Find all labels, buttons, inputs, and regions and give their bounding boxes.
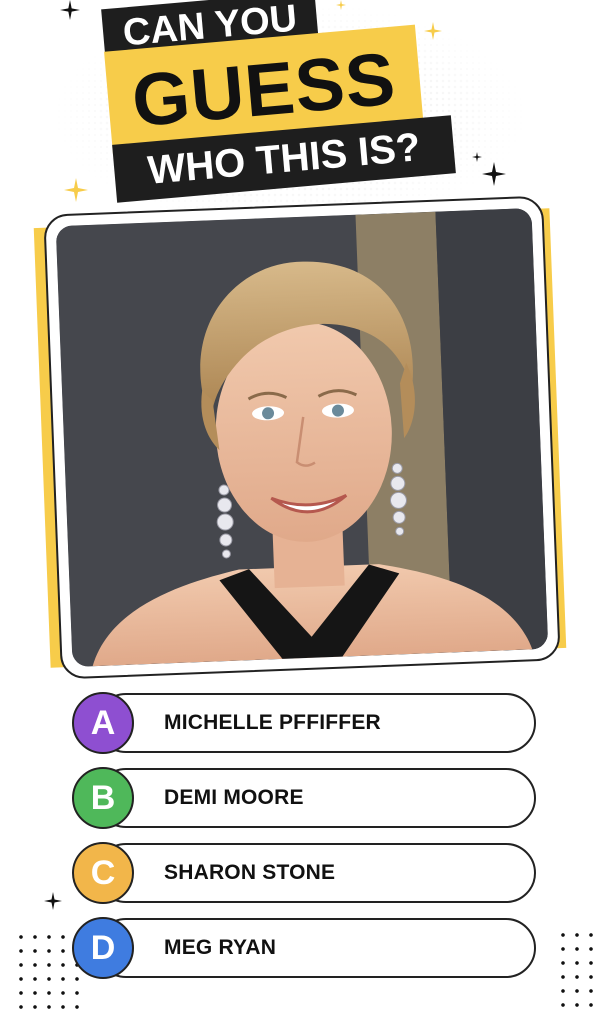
answer-option-d[interactable]: MEG RYAN — [96, 918, 536, 978]
answer-option-b[interactable]: DEMI MOORE — [96, 768, 536, 828]
dot-pattern-bottom-right — [556, 928, 600, 1012]
portrait-illustration — [55, 208, 549, 667]
sparkle-icon — [482, 162, 506, 186]
letter-badge-c: C — [72, 842, 134, 904]
answer-text: SHARON STONE — [164, 861, 336, 884]
sparkle-icon — [472, 152, 482, 162]
letter-badge-b: B — [72, 767, 134, 829]
sparkle-icon — [64, 178, 88, 202]
answer-text: MEG RYAN — [164, 936, 277, 959]
photo-frame — [43, 195, 561, 680]
answer-text: MICHELLE PFFIFFER — [164, 711, 381, 734]
sparkle-icon — [336, 0, 346, 10]
answer-option-a[interactable]: MICHELLE PFFIFFER — [96, 693, 536, 753]
answer-text: DEMI MOORE — [164, 786, 304, 809]
sparkle-icon — [60, 0, 80, 20]
sparkle-icon — [424, 22, 442, 40]
celebrity-portrait — [55, 208, 549, 667]
letter-badge-d: D — [72, 917, 134, 979]
letter-badge-a: A — [72, 692, 134, 754]
answer-option-c[interactable]: SHARON STONE — [96, 843, 536, 903]
sparkle-icon — [44, 892, 62, 910]
